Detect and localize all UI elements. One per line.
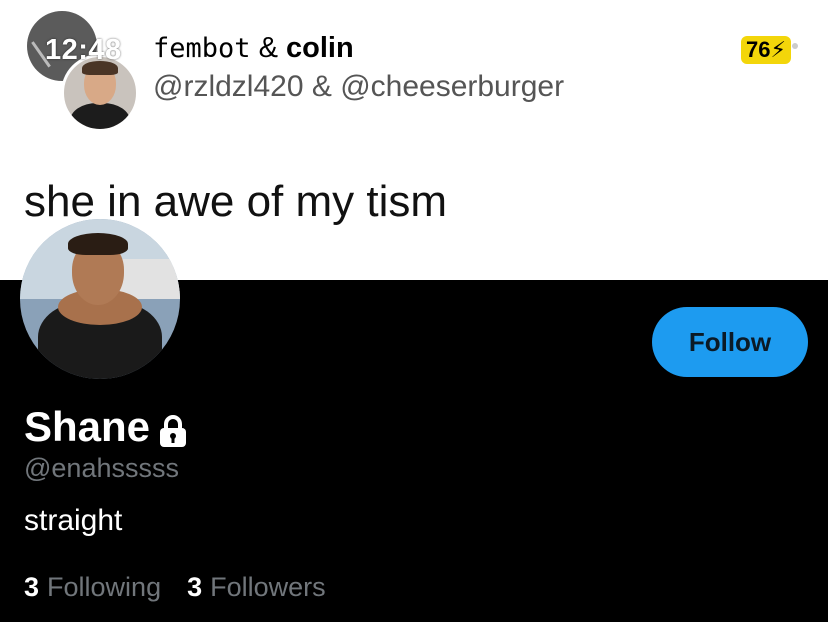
profile-bio: straight xyxy=(24,504,123,537)
followers-count: 3 xyxy=(187,572,203,602)
charging-bolt-icon: ⚡ xyxy=(770,37,786,62)
profile-stats: 3 Following 3 Followers xyxy=(24,572,326,603)
following-link[interactable]: 3 Following xyxy=(24,572,161,603)
lock-icon xyxy=(157,410,189,447)
follow-button[interactable]: Follow xyxy=(652,307,808,377)
battery-level: 76 xyxy=(746,37,771,62)
display-name-text: Shane xyxy=(24,403,151,450)
followers-link[interactable]: 3 Followers xyxy=(187,572,326,603)
author-name-fembot[interactable]: fembot xyxy=(153,33,251,64)
following-label: Following xyxy=(47,572,162,602)
profile-username: @enahsssss xyxy=(24,453,179,483)
author-name-colin[interactable]: colin xyxy=(286,32,354,64)
following-count: 3 xyxy=(24,572,40,602)
profile-display-name: Shane xyxy=(24,403,189,451)
status-dot xyxy=(792,43,798,49)
followers-label: Followers xyxy=(210,572,326,602)
status-time: 12:48 xyxy=(45,34,122,66)
author-separator: & xyxy=(258,32,278,64)
author-handles[interactable]: @rzldzl420 & @cheeserburger xyxy=(153,70,564,104)
battery-indicator: 76⚡ xyxy=(741,36,791,64)
author-names[interactable]: fembot & colin xyxy=(153,32,354,65)
profile-avatar[interactable] xyxy=(20,219,180,379)
